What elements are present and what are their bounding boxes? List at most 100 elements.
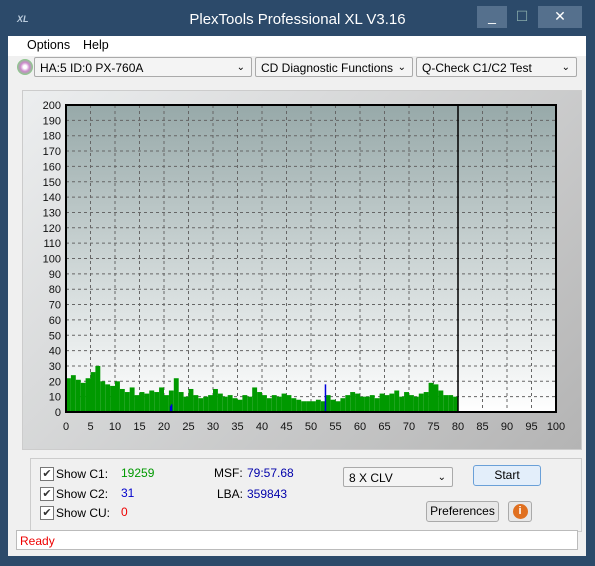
c1-bar bbox=[418, 393, 424, 412]
c1-bar bbox=[134, 395, 140, 412]
speed-select[interactable]: 8 X CLV ⌄ bbox=[343, 467, 453, 487]
x-tick-label: 20 bbox=[158, 421, 170, 433]
c1-bar bbox=[85, 378, 91, 412]
x-tick-label: 35 bbox=[231, 421, 243, 433]
x-tick-label: 85 bbox=[476, 421, 488, 433]
x-tick-label: 90 bbox=[501, 421, 513, 433]
c1-bar bbox=[301, 401, 307, 412]
c1-bar bbox=[188, 388, 194, 412]
c1-bar bbox=[105, 384, 111, 412]
chevron-down-icon: ⌄ bbox=[397, 62, 406, 73]
c1-bar bbox=[217, 393, 223, 412]
x-tick-label: 70 bbox=[403, 421, 415, 433]
c1-bar bbox=[369, 395, 375, 412]
c1-bar bbox=[227, 395, 233, 412]
y-tick-label: 130 bbox=[43, 207, 61, 219]
lba-label: LBA: bbox=[217, 487, 244, 501]
x-tick-label: 5 bbox=[87, 421, 93, 433]
c1-value: 19259 bbox=[121, 466, 155, 480]
c1-bar bbox=[149, 390, 155, 412]
x-tick-label: 55 bbox=[329, 421, 341, 433]
c1-bar bbox=[178, 392, 184, 412]
c1-bar bbox=[110, 385, 115, 412]
x-tick-label: 45 bbox=[280, 421, 292, 433]
show-c1-label: Show C1: bbox=[56, 467, 109, 481]
c1-bar bbox=[311, 401, 316, 412]
c1-bar bbox=[129, 387, 135, 412]
maximize-button[interactable]: ☐ bbox=[508, 6, 536, 28]
info-button[interactable]: i bbox=[508, 501, 532, 522]
y-tick-label: 180 bbox=[43, 131, 61, 143]
c1-bar bbox=[428, 382, 434, 412]
show-cu-checkbox[interactable]: ✔ bbox=[40, 506, 54, 520]
c1-bar bbox=[315, 399, 321, 412]
x-tick-label: 30 bbox=[207, 421, 219, 433]
c1-bar bbox=[438, 390, 444, 412]
c1-bar bbox=[115, 381, 120, 412]
show-c2-checkbox[interactable]: ✔ bbox=[40, 487, 54, 501]
y-tick-label: 20 bbox=[49, 376, 61, 388]
c1-bar bbox=[330, 399, 336, 412]
c1-bar bbox=[404, 392, 409, 412]
chevron-down-icon: ⌄ bbox=[236, 62, 245, 73]
c1-bar bbox=[276, 396, 282, 412]
c1-bar bbox=[237, 399, 243, 412]
show-c1-checkbox[interactable]: ✔ bbox=[40, 467, 54, 481]
y-tick-label: 160 bbox=[43, 161, 61, 173]
y-tick-label: 10 bbox=[49, 392, 61, 404]
start-button[interactable]: Start bbox=[473, 465, 541, 486]
c1-bar bbox=[423, 392, 429, 412]
c1-bar bbox=[335, 401, 341, 412]
x-tick-label: 95 bbox=[525, 421, 537, 433]
c1-bar bbox=[413, 396, 419, 412]
x-tick-label: 40 bbox=[256, 421, 268, 433]
preferences-button[interactable]: Preferences bbox=[426, 501, 499, 522]
y-tick-label: 110 bbox=[43, 238, 61, 250]
y-tick-label: 200 bbox=[43, 100, 61, 112]
c1-bar bbox=[198, 398, 204, 412]
function-select[interactable]: CD Diagnostic Functions ⌄ bbox=[255, 57, 413, 77]
test-select[interactable]: Q-Check C1/C2 Test ⌄ bbox=[416, 57, 577, 77]
msf-label: MSF: bbox=[214, 466, 243, 480]
c1-bar bbox=[213, 388, 218, 412]
function-value: CD Diagnostic Functions bbox=[261, 61, 394, 75]
c1-bar bbox=[296, 399, 302, 412]
c1-bar bbox=[433, 384, 439, 412]
cu-value: 0 bbox=[121, 505, 128, 519]
c1-bar bbox=[262, 395, 267, 412]
c1-bar bbox=[80, 382, 86, 412]
y-tick-label: 120 bbox=[43, 223, 61, 235]
status-bar: Ready bbox=[16, 530, 578, 550]
drive-select[interactable]: HA:5 ID:0 PX-760A ⌄ bbox=[34, 57, 252, 77]
y-tick-label: 70 bbox=[49, 300, 61, 312]
c1-bar bbox=[124, 392, 130, 412]
x-tick-label: 100 bbox=[547, 421, 565, 433]
c1-bar bbox=[90, 372, 96, 412]
c2-value: 31 bbox=[121, 486, 135, 500]
c1-bar bbox=[100, 381, 106, 412]
c1-bar bbox=[257, 392, 262, 412]
c1-bar bbox=[75, 379, 81, 412]
show-c2-label: Show C2: bbox=[56, 487, 109, 501]
x-tick-label: 10 bbox=[109, 421, 121, 433]
y-tick-label: 80 bbox=[49, 284, 61, 296]
c1-bar bbox=[159, 387, 164, 412]
c1-bar bbox=[242, 395, 248, 412]
x-tick-label: 65 bbox=[378, 421, 390, 433]
c1-bar bbox=[286, 395, 292, 412]
c1-bar bbox=[281, 393, 287, 412]
c1-bar bbox=[340, 398, 346, 412]
c1-bar bbox=[154, 392, 160, 412]
y-tick-label: 100 bbox=[43, 254, 61, 266]
c1-bar bbox=[247, 396, 253, 412]
minimize-button[interactable]: _ bbox=[477, 6, 507, 28]
close-button[interactable]: ✕ bbox=[538, 6, 582, 28]
x-tick-label: 50 bbox=[305, 421, 317, 433]
menu-options[interactable]: Options bbox=[27, 38, 70, 52]
c1-bar bbox=[306, 401, 311, 412]
c1-bar bbox=[409, 395, 414, 412]
y-tick-label: 190 bbox=[43, 115, 61, 127]
x-tick-label: 80 bbox=[452, 421, 464, 433]
y-tick-label: 60 bbox=[49, 315, 61, 327]
menu-help[interactable]: Help bbox=[83, 38, 109, 52]
